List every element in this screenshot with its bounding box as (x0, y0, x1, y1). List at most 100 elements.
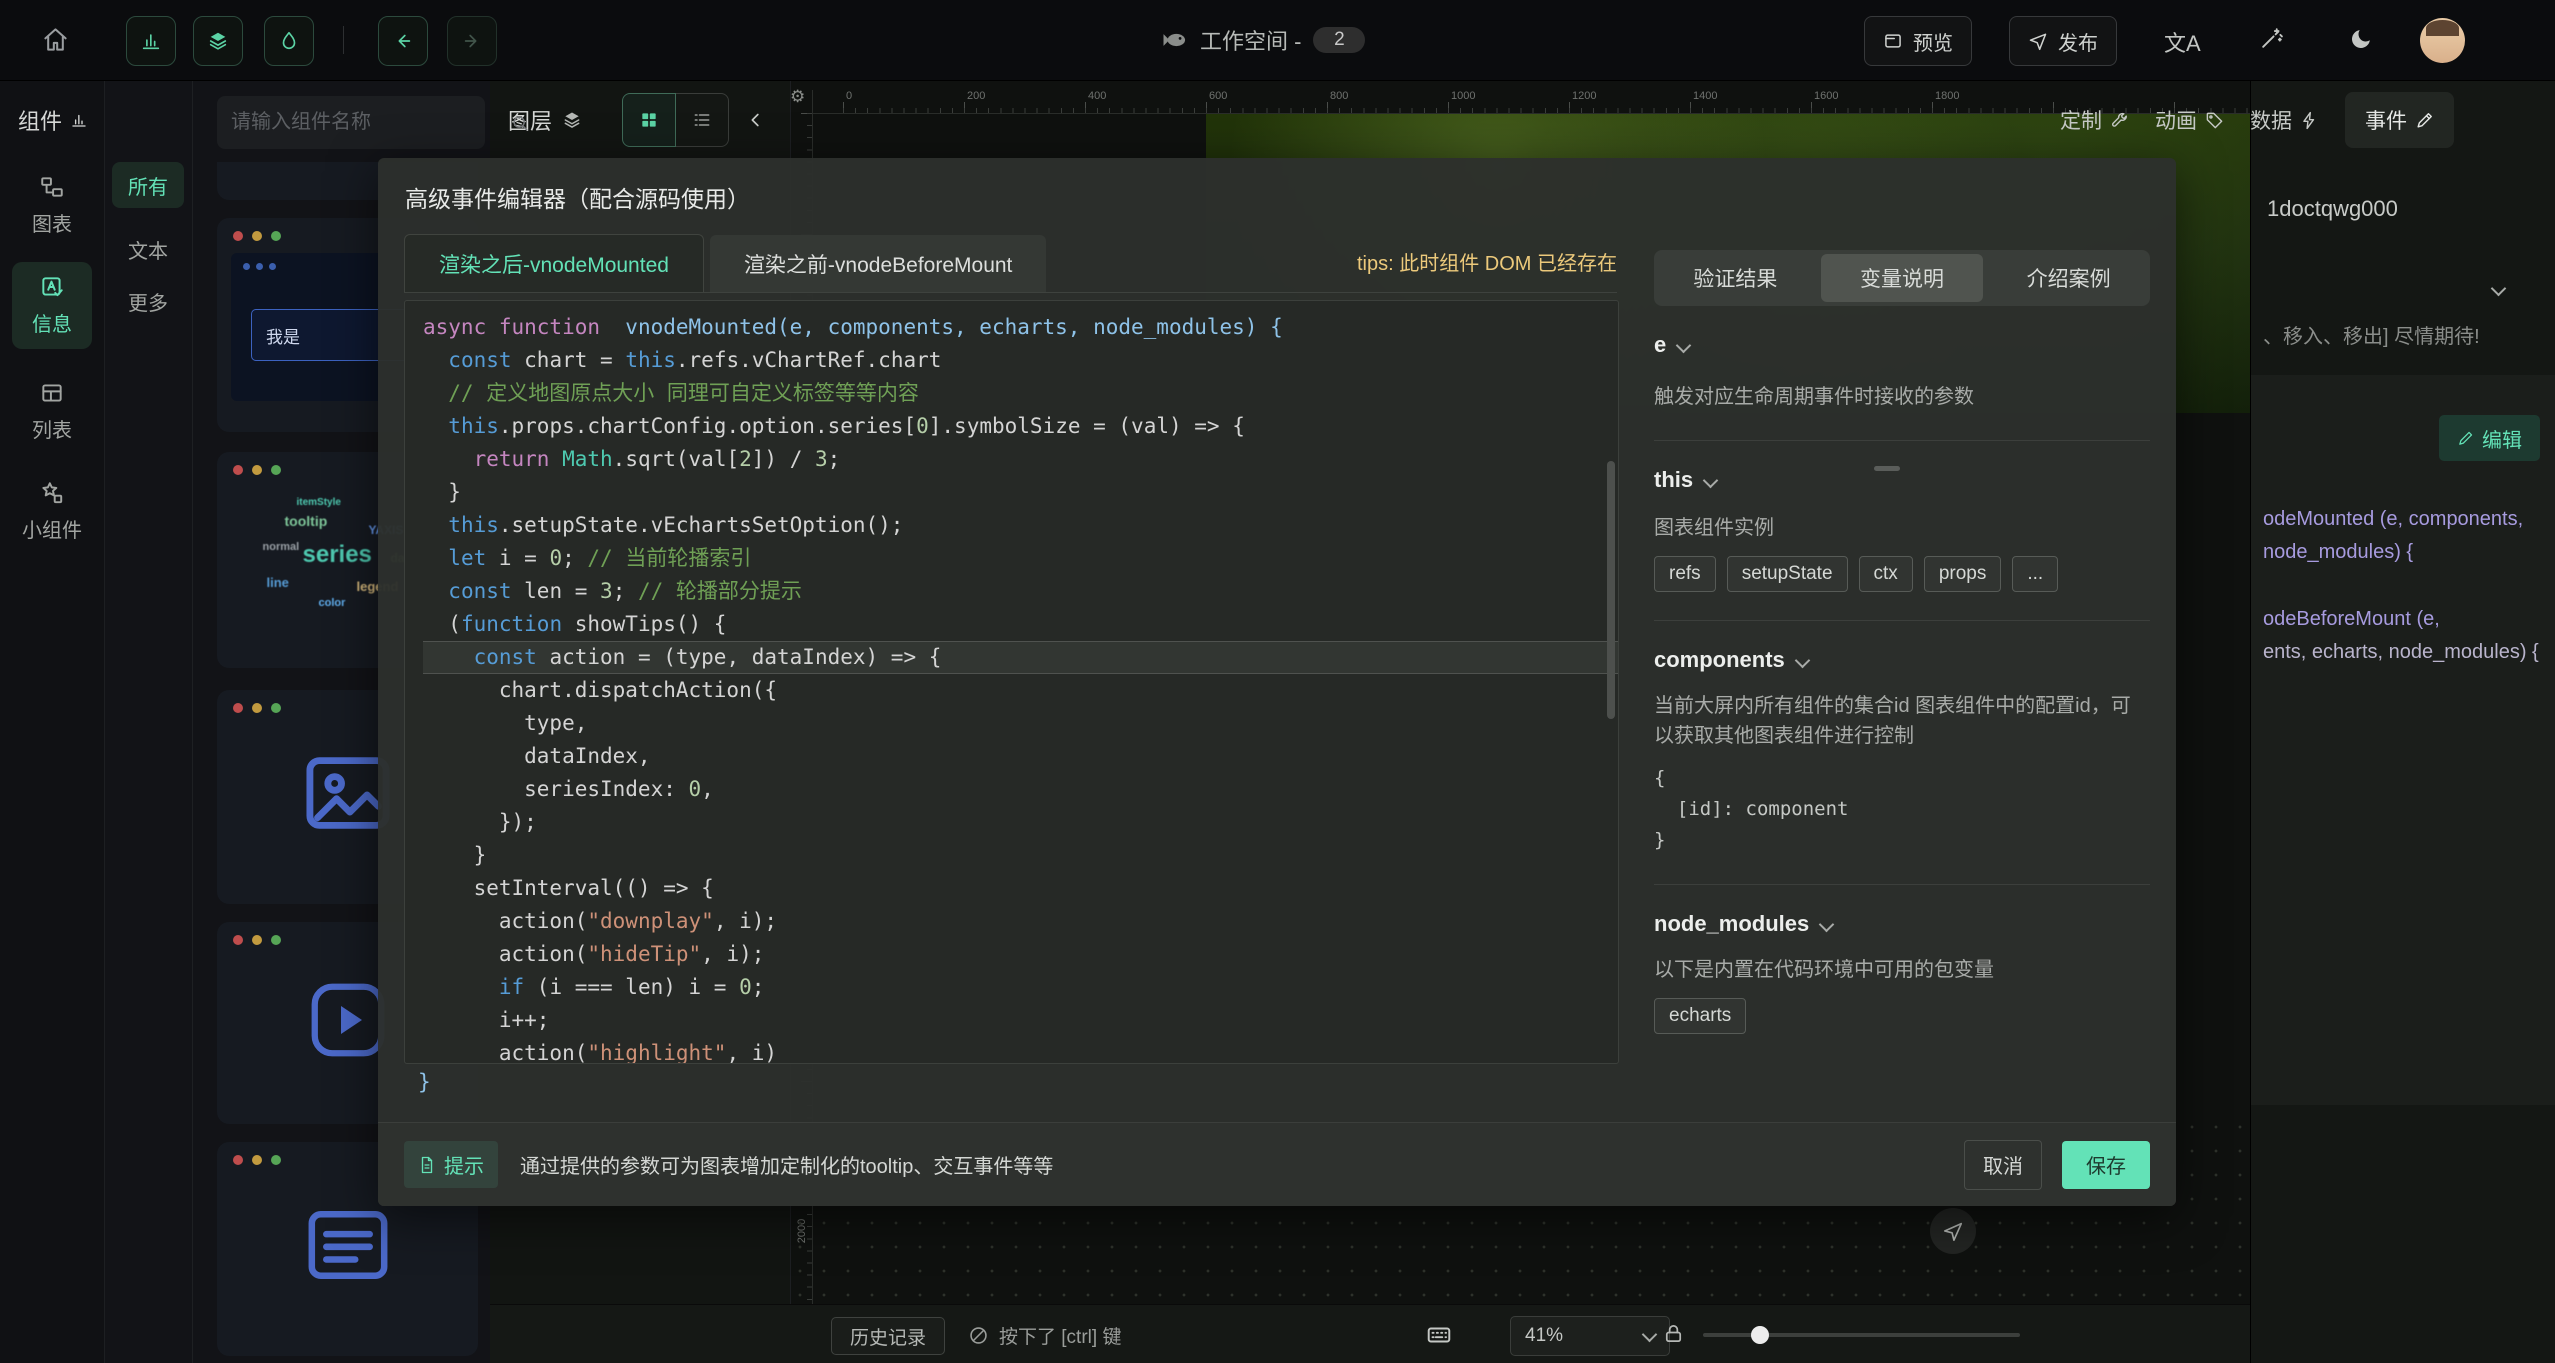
user-avatar[interactable] (2420, 18, 2465, 63)
tag-chip[interactable]: ... (2012, 556, 2058, 592)
event-code-preview: odeMounted (e, components, (2263, 503, 2553, 536)
search-icon[interactable] (510, 113, 530, 133)
wordcloud-word: tooltip (285, 513, 328, 529)
ruler-tick: 1600 (1814, 90, 1838, 102)
doc-section-name[interactable]: e (1654, 332, 2150, 358)
category-all[interactable]: 所有 (112, 162, 184, 208)
category-more[interactable]: 更多 (112, 278, 184, 324)
code-line: } (423, 476, 1618, 509)
search-input[interactable] (217, 111, 510, 134)
reset-position-button[interactable] (1930, 1208, 1976, 1254)
toggle-detail-panel-button[interactable] (264, 16, 314, 66)
preview-button[interactable]: 预览 (1864, 16, 1972, 66)
edit-button[interactable]: 编辑 (2439, 415, 2540, 461)
preview-label: 预览 (1913, 27, 1953, 56)
tab-customize[interactable]: 定制 (2060, 105, 2129, 135)
divider (1654, 440, 2150, 441)
modal-title: 高级事件编辑器（配合源码使用） (405, 180, 750, 214)
code-line: setInterval(() => { (423, 872, 1618, 905)
cancel-label: 取消 (1983, 1150, 2023, 1179)
zoom-level-select[interactable]: 41% (1510, 1316, 1670, 1356)
tab-data[interactable]: 数据 (2250, 105, 2319, 135)
bolt-icon (2300, 111, 2319, 130)
tab-examples[interactable]: 介绍案例 (1987, 254, 2150, 302)
toggle-chart-panel-button[interactable] (126, 16, 176, 66)
wordcloud-word: normal (263, 541, 300, 553)
undo-button[interactable] (378, 16, 428, 66)
save-button[interactable]: 保存 (2062, 1141, 2150, 1189)
node-modules-tags: echarts (1654, 998, 2150, 1034)
code-line: } (423, 839, 1618, 872)
zoom-slider[interactable] (1703, 1333, 2020, 1337)
code-editor[interactable]: async function vnodeMounted(e, component… (404, 300, 1619, 1064)
modal-footer: 提示 通过提供的参数可为图表增加定制化的tooltip、交互事件等等 取消 保存 (378, 1122, 2176, 1206)
chevron-down-icon (1795, 652, 1811, 668)
tab-variable-docs[interactable]: 变量说明 (1821, 254, 1984, 302)
list-view-button[interactable] (676, 93, 729, 147)
workspace-count-badge: 2 (1313, 27, 1365, 53)
sidebar-item-charts[interactable]: 图表 (12, 162, 92, 249)
widget-star-icon (39, 480, 65, 506)
section-name-label: components (1654, 647, 1785, 673)
history-label: 历史记录 (850, 1323, 926, 1350)
tab-vnode-before-mount[interactable]: 渲染之前-vnodeBeforeMount (710, 235, 1046, 292)
category-text[interactable]: 文本 (112, 226, 184, 272)
event-code-preview: node_modules) { (2263, 536, 2553, 569)
tag-chip[interactable]: ctx (1859, 556, 1913, 592)
browser-preview-text: 我是 (266, 323, 300, 348)
tag-chip[interactable]: setupState (1727, 556, 1848, 592)
code-line: if (i === len) i = 0; (423, 971, 1618, 1004)
tag-chip[interactable]: props (1924, 556, 2002, 592)
magic-wand-icon[interactable] (2259, 26, 2284, 51)
tab-validation-result[interactable]: 验证结果 (1654, 254, 1817, 302)
events-teaser-text: 、移入、移出] 尽情期待! (2263, 320, 2553, 349)
docs-scrollbar[interactable] (1874, 466, 1900, 471)
edit-button-label: 编辑 (2482, 424, 2522, 453)
code-line: i++; (423, 1004, 1618, 1037)
doc-section-name[interactable]: this (1654, 467, 2150, 493)
tag-chip[interactable]: refs (1654, 556, 1716, 592)
dark-mode-moon-icon[interactable] (2349, 26, 2374, 51)
doc-section-name[interactable]: components (1654, 647, 2150, 673)
tab-animation[interactable]: 动画 (2155, 105, 2224, 135)
chevron-down-icon[interactable] (2491, 281, 2507, 297)
toggle-layers-panel-button[interactable] (193, 16, 243, 66)
ruler-tick: 1400 (1693, 90, 1717, 102)
sidebar-item-label: 小组件 (22, 514, 82, 543)
history-button[interactable]: 历史记录 (831, 1317, 945, 1355)
translate-icon[interactable]: 文A (2164, 26, 2201, 58)
layers-header: 图层 (490, 80, 790, 160)
code-line: return Math.sqrt(val[2]) / 3; (423, 443, 1618, 476)
sidebar-item-info[interactable]: 信息 (12, 262, 92, 349)
advanced-event-editor-modal: 高级事件编辑器（配合源码使用） 渲染之后-vnodeMounted 渲染之前-v… (378, 158, 2176, 1206)
browser-dots (243, 263, 276, 270)
tab-events[interactable]: 事件 (2345, 92, 2454, 148)
sidebar-item-list[interactable]: 列表 (12, 368, 92, 455)
left-rail: 组件 图表 信息 列表 小组件 (0, 80, 105, 1363)
editor-scrollbar[interactable] (1607, 461, 1615, 719)
ruler-gear-icon[interactable]: ⚙ (790, 88, 805, 105)
doc-section-name[interactable]: node_modules (1654, 911, 2150, 937)
collapse-panel-icon[interactable] (745, 109, 767, 131)
fish-logo-icon (1160, 26, 1188, 54)
footer-hint-text: 通过提供的参数可为图表增加定制化的tooltip、交互事件等等 (520, 1150, 1053, 1179)
zoom-slider-handle[interactable] (1751, 1326, 1769, 1344)
code-line: }); (423, 806, 1618, 839)
section-name-label: node_modules (1654, 911, 1809, 937)
event-code-preview: odeBeforeMount (e, (2263, 603, 2553, 636)
publish-button[interactable]: 发布 (2009, 16, 2117, 66)
redo-button[interactable] (447, 16, 497, 66)
keyboard-icon[interactable] (1426, 1322, 1452, 1348)
home-icon[interactable] (42, 26, 69, 53)
ruler-tick: 200 (967, 90, 985, 102)
chevron-down-icon (1642, 1326, 1658, 1342)
grid-view-button[interactable] (622, 93, 676, 147)
tab-vnode-mounted[interactable]: 渲染之后-vnodeMounted (404, 234, 704, 292)
events-section: 编辑 odeMounted (e, components, node_modul… (2251, 375, 2555, 1105)
tab-label: 数据 (2250, 105, 2292, 135)
no-entry-icon (968, 1325, 989, 1346)
sidebar-item-widgets[interactable]: 小组件 (12, 468, 92, 555)
lock-icon[interactable] (1662, 1322, 1685, 1345)
cancel-button[interactable]: 取消 (1964, 1140, 2042, 1190)
tag-chip[interactable]: echarts (1654, 998, 1746, 1034)
